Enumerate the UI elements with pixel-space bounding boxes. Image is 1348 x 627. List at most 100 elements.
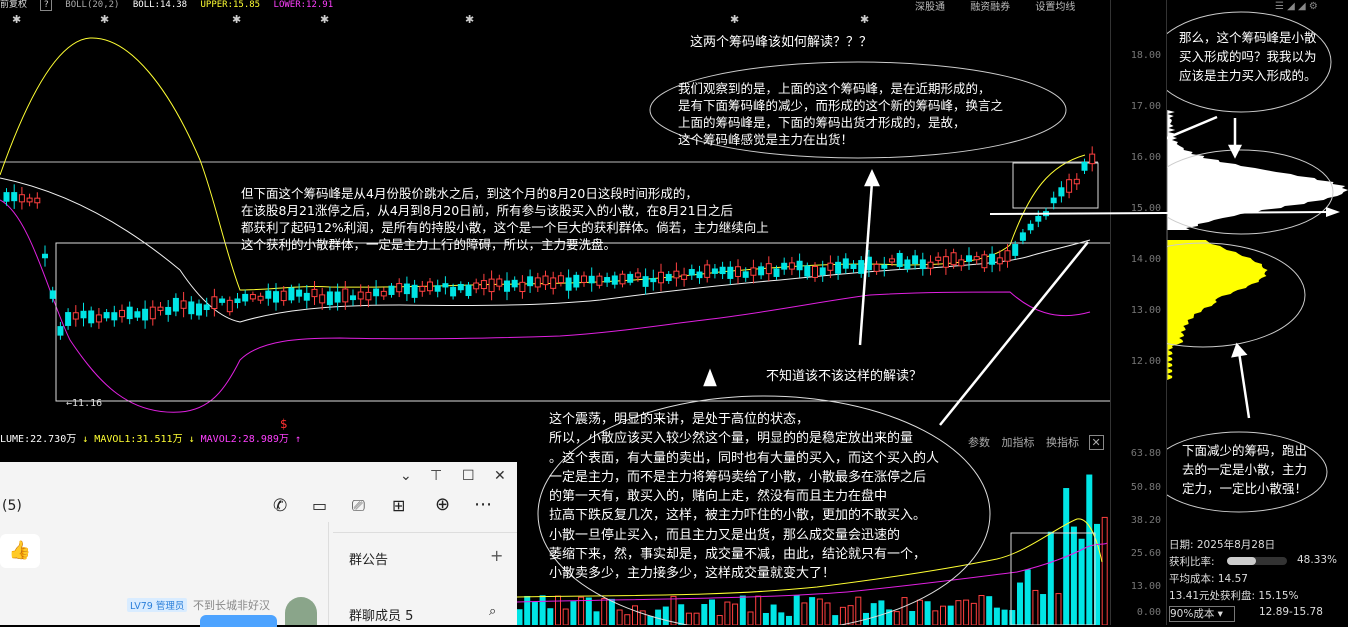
group-announcement[interactable]: 群公告 [349,549,388,568]
candle[interactable] [896,252,903,267]
candle[interactable] [342,288,349,303]
candle[interactable] [196,303,202,316]
help-icon[interactable]: ? [40,0,52,11]
candle[interactable] [111,312,118,321]
candle[interactable] [781,262,788,270]
candle[interactable] [511,279,518,288]
candle[interactable] [958,259,965,267]
event-star-icon[interactable]: ✱ [860,13,869,26]
candle[interactable] [696,271,703,279]
cost-select[interactable]: 90%成本 ▾ [1169,606,1235,622]
candle[interactable] [927,261,934,269]
candle[interactable] [889,258,895,263]
candle[interactable] [1019,232,1026,241]
candle[interactable] [665,273,672,282]
candle[interactable] [473,282,480,290]
candle[interactable] [658,271,664,284]
message-bubble[interactable] [200,615,277,627]
candle[interactable] [765,263,772,275]
candle[interactable] [134,311,141,318]
candle[interactable] [719,266,726,275]
candle[interactable] [480,280,487,290]
candle[interactable] [34,197,41,204]
candle[interactable] [650,278,657,283]
candle[interactable] [1066,179,1073,193]
candle[interactable] [311,288,318,298]
add-icon[interactable]: ⊕ [435,494,450,515]
candle[interactable] [350,295,356,301]
candle[interactable] [819,267,826,276]
candle[interactable] [527,276,534,287]
candle[interactable] [989,253,996,265]
maximize-icon[interactable]: ☐ [462,468,475,484]
candle[interactable] [534,277,541,288]
candle[interactable] [842,258,849,269]
candle[interactable] [735,266,741,277]
candle[interactable] [373,288,380,297]
candle[interactable] [119,309,125,318]
candle[interactable] [981,254,988,269]
candle[interactable] [188,301,195,315]
pin-icon[interactable]: ⊤ [430,468,442,484]
candle[interactable] [688,269,695,276]
candle[interactable] [1012,244,1019,256]
candle[interactable] [357,291,364,300]
candle[interactable] [1073,178,1080,185]
candle[interactable] [711,268,718,274]
candle[interactable] [219,298,226,303]
candle[interactable] [265,290,272,299]
candle[interactable] [226,299,233,313]
candle[interactable] [596,275,603,286]
candle[interactable] [542,275,549,286]
candle[interactable] [996,257,1003,265]
candle[interactable] [288,287,295,301]
candle[interactable] [26,197,33,203]
close-icon[interactable]: ✕ [494,468,506,484]
candle[interactable] [496,278,503,287]
chevron-down-icon[interactable]: ⌄ [400,468,412,484]
candle[interactable] [296,289,303,297]
candle[interactable] [149,306,156,320]
event-star-icon[interactable]: ✱ [12,13,21,26]
group-members[interactable]: 群聊成员 5 [349,605,413,624]
candle[interactable] [773,268,780,277]
screen-share-icon[interactable]: ⎚ [352,496,365,516]
candle[interactable] [396,283,403,293]
emoji-message[interactable]: 👍 [0,534,40,568]
candle[interactable] [796,260,803,271]
adjust-mode[interactable]: 前复权 [0,0,27,10]
candle[interactable] [242,293,249,302]
chat-window[interactable]: ⌄ ⊤ ☐ ✕ (5) ✆ ▭ ⎚ ⊞ ⊕ ⋯ 👍 群公告 + LV79 管理员… [0,462,517,627]
candle[interactable] [673,270,680,279]
candle[interactable] [57,326,64,336]
candle[interactable] [804,265,811,277]
candle[interactable] [858,260,865,274]
search-icon[interactable]: ⌕ [489,604,496,619]
candle[interactable] [457,283,464,291]
candle[interactable] [427,281,433,292]
candle[interactable] [42,253,48,259]
candle[interactable] [704,264,711,278]
candle[interactable] [850,264,857,270]
video-icon[interactable]: ▭ [312,496,327,515]
candle[interactable] [935,256,942,261]
candle[interactable] [1089,153,1096,165]
candle[interactable] [419,285,426,292]
candle[interactable] [380,290,387,297]
candle[interactable] [919,259,926,270]
candle[interactable] [434,285,441,292]
candle[interactable] [619,273,626,285]
candle[interactable] [442,283,449,288]
candle[interactable] [334,291,341,303]
candle[interactable] [1058,187,1065,197]
candle[interactable] [3,192,10,202]
candle[interactable] [881,264,888,269]
candle[interactable] [1081,161,1088,171]
candle[interactable] [403,283,410,295]
candle[interactable] [950,252,957,266]
event-star-icon[interactable]: ✱ [320,13,329,26]
candle[interactable] [65,312,72,326]
candle[interactable] [450,286,457,297]
candle[interactable] [172,297,179,312]
candle[interactable] [604,277,611,283]
